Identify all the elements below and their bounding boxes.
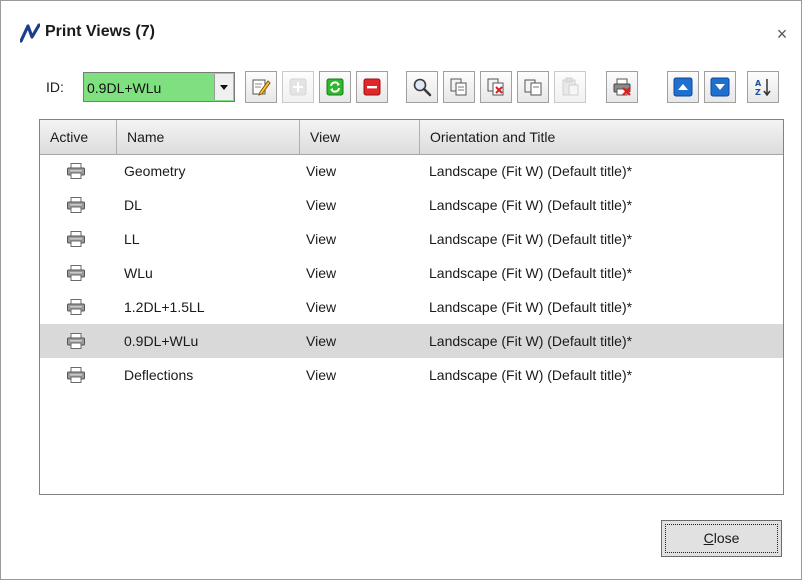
move-down-button[interactable] (704, 71, 736, 103)
row-name: DL (124, 197, 142, 213)
cut-icon (487, 78, 504, 96)
add-icon (289, 78, 307, 96)
toolbar: ID: 0.9DL+WLu A Z (1, 71, 801, 105)
search-button[interactable] (406, 71, 438, 103)
list-item[interactable]: Geometry View Landscape (Fit W) (Default t… (40, 154, 783, 188)
row-name: LL (124, 231, 140, 247)
move-down-icon (710, 77, 730, 97)
row-name: Deflections (124, 367, 194, 383)
list-item[interactable]: 0.9DL+WLu View Landscape (Fit W) (Default … (40, 324, 783, 358)
column-header-orientation[interactable]: Orientation and Title (420, 120, 783, 154)
add-button[interactable] (282, 71, 314, 103)
id-combobox[interactable]: 0.9DL+WLu (83, 72, 235, 102)
row-view: View (306, 231, 337, 247)
duplicate-icon (524, 79, 542, 96)
row-name: 0.9DL+WLu (124, 333, 199, 349)
row-orientation: Landscape (Fit W) (Default title)* (429, 197, 633, 213)
print-views-dialog: Print Views (7) × ID: 0.9DL+WLu A Z Acti… (0, 0, 802, 580)
move-up-icon (673, 77, 693, 97)
paste-icon (562, 77, 579, 96)
row-view: View (306, 163, 337, 179)
remove-print-button[interactable] (606, 71, 638, 103)
row-name: Geometry (124, 163, 186, 179)
close-window-icon[interactable]: × (773, 25, 791, 43)
close-button[interactable]: Close (661, 520, 782, 557)
column-header-active[interactable]: Active (40, 120, 117, 154)
refresh-button[interactable] (319, 71, 351, 103)
row-orientation: Landscape (Fit W) (Default title)* (429, 333, 633, 349)
delete-button[interactable] (356, 71, 388, 103)
row-view: View (306, 265, 337, 281)
delete-icon (363, 78, 381, 96)
id-label: ID: (46, 79, 64, 95)
row-view: View (306, 197, 337, 213)
close-button-label: Close (665, 524, 778, 553)
duplicate-button[interactable] (517, 71, 549, 103)
list-item[interactable]: Deflections View Landscape (Fit W) (Defaul… (40, 358, 783, 392)
sort-button[interactable]: A Z (747, 71, 779, 103)
list-item[interactable]: 1.2DL+1.5LL View Landscape (Fit W) (Defaul… (40, 290, 783, 324)
chevron-down-icon[interactable] (214, 74, 233, 100)
refresh-icon (326, 78, 344, 96)
row-orientation: Landscape (Fit W) (Default title)* (429, 367, 633, 383)
move-up-button[interactable] (667, 71, 699, 103)
svg-text:Z: Z (755, 88, 761, 97)
list-item[interactable]: LL View Landscape (Fit W) (Default title)* (40, 222, 783, 256)
printer-icon[interactable] (67, 367, 85, 383)
row-orientation: Landscape (Fit W) (Default title)* (429, 163, 633, 179)
row-name: WLu (124, 265, 153, 281)
title-bar: Print Views (7) × (1, 1, 801, 59)
app-logo-icon (20, 23, 40, 43)
list-item[interactable]: WLu View Landscape (Fit W) (Default title)… (40, 256, 783, 290)
row-orientation: Landscape (Fit W) (Default title)* (429, 265, 633, 281)
row-view: View (306, 299, 337, 315)
column-header-view[interactable]: View (300, 120, 420, 154)
list-header: Active Name View Orientation and Title (40, 120, 783, 155)
printer-icon[interactable] (67, 197, 85, 213)
row-view: View (306, 333, 337, 349)
row-view: View (306, 367, 337, 383)
row-orientation: Landscape (Fit W) (Default title)* (429, 299, 633, 315)
copy-icon (450, 78, 467, 96)
paste-button[interactable] (554, 71, 586, 103)
printer-icon[interactable] (67, 299, 85, 315)
row-name: 1.2DL+1.5LL (124, 299, 205, 315)
id-combobox-value: 0.9DL+WLu (87, 80, 162, 96)
window-title: Print Views (7) (45, 23, 155, 40)
printer-icon[interactable] (67, 333, 85, 349)
copy-button[interactable] (443, 71, 475, 103)
cut-button[interactable] (480, 71, 512, 103)
printer-icon[interactable] (67, 231, 85, 247)
row-orientation: Landscape (Fit W) (Default title)* (429, 231, 633, 247)
column-header-name[interactable]: Name (117, 120, 300, 154)
edit-button[interactable] (245, 71, 277, 103)
search-icon (413, 78, 432, 97)
printer-icon[interactable] (67, 163, 85, 179)
svg-text:A: A (755, 79, 762, 88)
sort-az-icon: A Z (755, 79, 771, 97)
edit-icon (252, 79, 271, 96)
printer-icon[interactable] (67, 265, 85, 281)
list-item[interactable]: DL View Landscape (Fit W) (Default title)* (40, 188, 783, 222)
print-delete-icon (613, 78, 631, 96)
print-views-list[interactable]: Active Name View Orientation and Title G… (39, 119, 784, 495)
